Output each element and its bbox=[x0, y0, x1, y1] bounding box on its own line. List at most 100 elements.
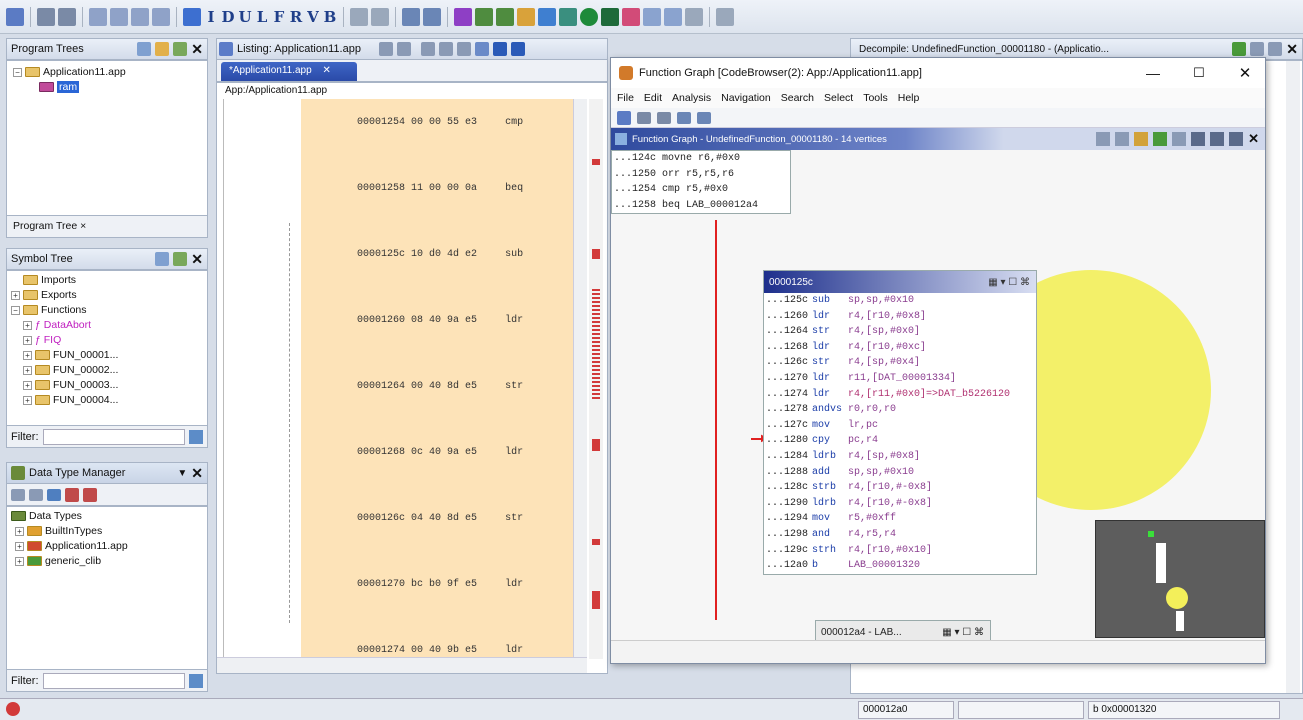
tree-functions[interactable]: − Functions bbox=[11, 303, 203, 318]
tree-app[interactable]: + Application11.app bbox=[11, 539, 203, 554]
folder-icon[interactable] bbox=[155, 42, 170, 56]
forward-icon[interactable] bbox=[29, 488, 43, 501]
listing-row[interactable]: 00001258 11 00 00 0a beq bbox=[357, 183, 607, 197]
close-icon[interactable]: ✕ bbox=[191, 251, 207, 268]
decompile-scrollbar[interactable] bbox=[1286, 61, 1300, 693]
arch-icon[interactable] bbox=[47, 488, 61, 501]
toolbar-letter-f[interactable]: F bbox=[272, 8, 286, 26]
graph-block-b-header[interactable]: 0000125c ▦ ▾ ☐ ⌘ bbox=[764, 271, 1036, 293]
tree-fun-3[interactable]: + FUN_00003... bbox=[11, 378, 203, 393]
field-icon-2[interactable] bbox=[438, 42, 453, 56]
tree-data-types[interactable]: Data Types bbox=[11, 509, 203, 524]
forward-icon[interactable] bbox=[58, 7, 76, 26]
symbol-filter-input[interactable] bbox=[42, 428, 185, 445]
search-icon[interactable] bbox=[474, 42, 489, 56]
graph-instruction-row[interactable]: ...129c strh r4,[r10,#0x10] bbox=[764, 543, 1036, 559]
tree-fiq[interactable]: + ƒ FIQ bbox=[11, 333, 203, 348]
toolbar-letter-u[interactable]: U bbox=[238, 8, 252, 26]
tool-icon-11[interactable] bbox=[664, 7, 682, 26]
tool-icon-6[interactable] bbox=[538, 7, 556, 26]
back-icon[interactable] bbox=[37, 7, 55, 26]
toolbar-letter-v[interactable]: V bbox=[306, 8, 320, 26]
toolbar-letter-r[interactable]: R bbox=[289, 8, 303, 26]
field-icon[interactable] bbox=[420, 42, 435, 56]
menu-tools[interactable]: Tools bbox=[863, 92, 888, 104]
graph-instruction-row[interactable]: ...125c sub sp,sp,#0x10 bbox=[764, 293, 1036, 309]
nav-icon[interactable] bbox=[1191, 132, 1206, 146]
menu-search[interactable]: Search bbox=[781, 92, 814, 104]
menu-file[interactable]: File bbox=[617, 92, 634, 104]
close-icon[interactable]: ✕ bbox=[1248, 131, 1265, 147]
check-icon[interactable] bbox=[454, 7, 472, 26]
tree-view-icon[interactable] bbox=[137, 42, 152, 56]
graph-instruction-row[interactable]: ...1280 cpy pc,r4 bbox=[764, 433, 1036, 449]
datatype-filter-input[interactable] bbox=[42, 672, 185, 689]
filter-options-icon[interactable] bbox=[189, 673, 203, 688]
listing-row[interactable]: 00001254 00 00 55 e3 cmp bbox=[357, 117, 607, 131]
graph-instruction-row[interactable]: ...1260 ldr r4,[r10,#0x8] bbox=[764, 309, 1036, 325]
graph-instruction-row[interactable]: ...1278 andvs r0,r0,r0 bbox=[764, 402, 1036, 418]
nav-icon-3[interactable] bbox=[131, 7, 149, 26]
close-icon[interactable]: ✕ bbox=[1225, 64, 1265, 82]
down-arrow-icon[interactable] bbox=[183, 7, 201, 26]
refresh-icon[interactable] bbox=[1153, 132, 1168, 146]
tool-icon-13[interactable] bbox=[716, 7, 734, 26]
tree-fun-1[interactable]: + FUN_00001... bbox=[11, 348, 203, 363]
graph-instruction-row[interactable]: ...1294 mov r5,#0xff bbox=[764, 511, 1036, 527]
tool-icon-3[interactable] bbox=[475, 7, 493, 26]
graph-instruction-row[interactable]: ...1268 ldr r4,[r10,#0xc] bbox=[764, 340, 1036, 356]
program-tree-tab[interactable]: Program Tree × bbox=[6, 216, 208, 238]
menu-navigation[interactable]: Navigation bbox=[721, 92, 771, 104]
field-icon-3[interactable] bbox=[456, 42, 471, 56]
listing-row[interactable]: 00001270 bc b0 9f e5 ldr bbox=[357, 579, 607, 593]
minimize-icon[interactable]: — bbox=[1133, 65, 1173, 81]
menu-analysis[interactable]: Analysis bbox=[672, 92, 711, 104]
redo-icon[interactable] bbox=[423, 7, 441, 26]
tree-fun-4[interactable]: + FUN_00004... bbox=[11, 393, 203, 408]
graph-instruction-row[interactable]: ...1288 add sp,sp,#0x10 bbox=[764, 465, 1036, 481]
back-icon[interactable] bbox=[11, 488, 25, 501]
close-icon[interactable]: ✕ bbox=[191, 41, 207, 58]
close-icon[interactable]: ✕ bbox=[191, 465, 207, 482]
graph-instruction-row[interactable]: ...1264 str r4,[sp,#0x0] bbox=[764, 324, 1036, 340]
tool-icon-2[interactable] bbox=[371, 7, 389, 26]
listing-hscroll[interactable] bbox=[217, 657, 587, 673]
filter-off-icon[interactable] bbox=[65, 487, 79, 502]
listing-row[interactable]: 00001268 0c 40 9a e5 ldr bbox=[357, 447, 607, 461]
toolbar-letter-l[interactable]: L bbox=[255, 8, 269, 26]
listing-row[interactable]: 00001260 08 40 9a e5 ldr bbox=[357, 315, 607, 329]
home-icon[interactable] bbox=[1134, 132, 1149, 146]
up-arrow-icon[interactable] bbox=[510, 42, 525, 56]
graph-instruction-row[interactable]: ...1270 ldr r11,[DAT_00001334] bbox=[764, 371, 1036, 387]
listing-row[interactable]: 00001264 00 40 8d e5 str bbox=[357, 381, 607, 395]
menu-help[interactable]: Help bbox=[898, 92, 920, 104]
menu-select[interactable]: Select bbox=[824, 92, 853, 104]
graph-instruction-row[interactable]: ...1274 ldr r4,[r11,#0x0]=>DAT_b5226120 bbox=[764, 387, 1036, 403]
tree-fun-2[interactable]: + FUN_00002... bbox=[11, 363, 203, 378]
tree-node-ram[interactable]: ram bbox=[13, 80, 201, 95]
tree-imports[interactable]: Imports bbox=[11, 273, 203, 288]
menu-edit[interactable]: Edit bbox=[644, 92, 662, 104]
maximize-icon[interactable]: ☐ bbox=[1179, 65, 1219, 81]
snapshot-icon[interactable] bbox=[1229, 132, 1244, 146]
tool-icon-7[interactable] bbox=[559, 7, 577, 26]
paste-icon[interactable] bbox=[1115, 132, 1130, 146]
graph-instruction-row[interactable]: ...128c strb r4,[r10,#-0x8] bbox=[764, 480, 1036, 496]
down-arrow-icon[interactable] bbox=[492, 42, 507, 56]
tree-exports[interactable]: + Exports bbox=[11, 288, 203, 303]
tool-icon-8[interactable] bbox=[601, 7, 619, 26]
close-icon[interactable]: ✕ bbox=[1286, 41, 1302, 58]
save-icon[interactable] bbox=[617, 110, 631, 125]
refresh-icon[interactable] bbox=[1232, 42, 1247, 56]
symbol-view-icon[interactable] bbox=[155, 252, 170, 266]
tool-icon-5[interactable] bbox=[517, 7, 535, 26]
listing-scrollbar[interactable] bbox=[573, 99, 587, 659]
graph-instruction-row[interactable]: ...1290 ldrb r4,[r10,#-0x8] bbox=[764, 496, 1036, 512]
toolbar-letter-i[interactable]: I bbox=[204, 8, 218, 26]
paste-icon[interactable] bbox=[396, 42, 411, 56]
zoom-icon[interactable] bbox=[1210, 132, 1225, 146]
graph-instruction-row[interactable]: ...1298 and r4,r5,r4 bbox=[764, 527, 1036, 543]
nav-icon-1[interactable] bbox=[89, 7, 107, 26]
tool-icon-1[interactable] bbox=[350, 7, 368, 26]
copy-icon[interactable] bbox=[378, 42, 393, 56]
